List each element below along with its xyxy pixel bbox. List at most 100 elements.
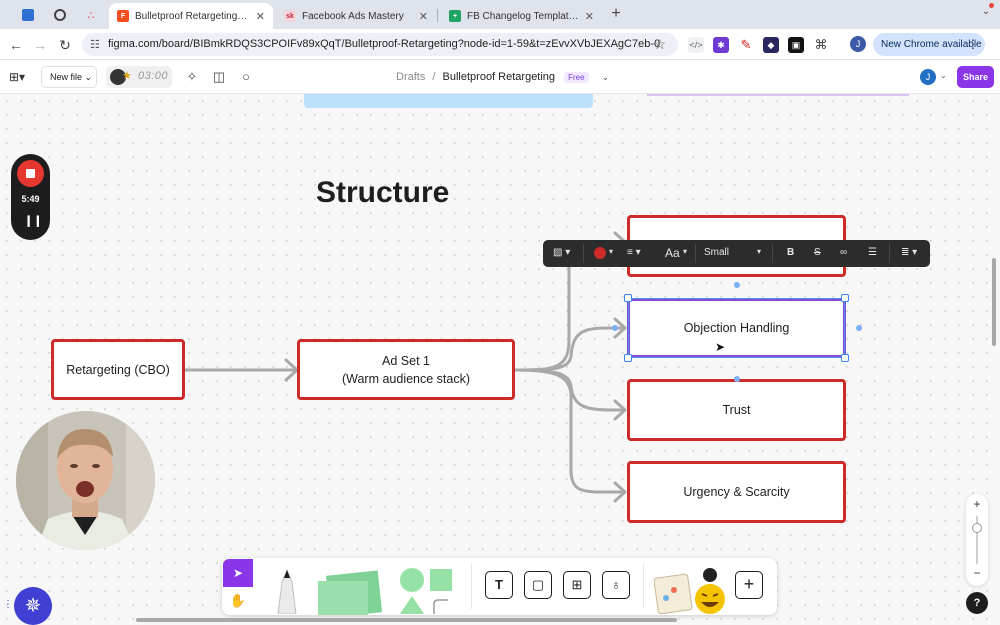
url-text[interactable]: figma.com/board/BIBmkRDQS3CPOIFv89xQqT/B… xyxy=(108,38,660,50)
figma-ai-gear-icon[interactable]: ✵ xyxy=(14,587,52,625)
tab-title: Bulletproof Retargeting – Fig... xyxy=(135,10,250,22)
user-avatar[interactable]: J xyxy=(920,69,936,85)
ad-box-objection[interactable]: Objection Handling xyxy=(627,298,846,358)
resize-handle-bl[interactable] xyxy=(624,354,632,362)
site-settings-icon[interactable]: ☷ xyxy=(90,38,100,51)
link-icon[interactable]: ∞ xyxy=(840,247,847,258)
bold-icon[interactable]: B xyxy=(787,247,794,258)
horizontal-scrollbar[interactable] xyxy=(136,618,677,622)
extensions-puzzle-icon[interactable]: ⌘ xyxy=(813,37,829,53)
reload-icon[interactable]: ↻ xyxy=(56,36,74,54)
stroke-weight-icon[interactable]: ≡ ▾ xyxy=(627,247,641,258)
connector-anchor-right[interactable] xyxy=(856,325,862,331)
tab-bulletproof-retargeting[interactable]: F Bulletproof Retargeting – Fig... ✕ xyxy=(109,3,273,29)
font-size-select[interactable]: Small xyxy=(704,247,729,258)
connector-anchor-bottom[interactable] xyxy=(734,376,740,382)
resize-handle-tl[interactable] xyxy=(624,294,632,302)
ad-box-trust[interactable]: Trust xyxy=(627,379,846,441)
text-align-icon[interactable]: ≣ ▾ xyxy=(901,247,917,258)
breadcrumb-drafts[interactable]: Drafts xyxy=(396,71,425,83)
connector-anchor-top[interactable] xyxy=(734,282,740,288)
toolbar-divider xyxy=(471,564,472,609)
file-name[interactable]: Bulletproof Retargeting xyxy=(443,71,556,83)
table-tool-icon[interactable]: ⊞ xyxy=(563,571,591,599)
text-tool-icon[interactable]: T xyxy=(485,571,513,599)
close-tab-icon[interactable]: ✕ xyxy=(256,10,265,23)
strikethrough-icon[interactable]: S xyxy=(814,247,821,258)
comment-icon[interactable]: ○ xyxy=(238,69,254,85)
zoom-control: + − xyxy=(966,494,988,586)
hand-tool-icon[interactable]: ✋ xyxy=(223,588,253,614)
share-button[interactable]: Share xyxy=(957,66,994,88)
chevron-down-icon[interactable]: ⌄ xyxy=(940,71,947,80)
section-tool-icon[interactable]: ▢ xyxy=(524,571,552,599)
adset-subtitle: (Warm audience stack) xyxy=(341,371,471,386)
close-tab-icon[interactable]: ✕ xyxy=(585,10,594,23)
extension-shield-icon[interactable]: ◆ xyxy=(763,37,779,53)
connector-anchor-left[interactable] xyxy=(612,325,618,331)
stroke-color-swatch[interactable] xyxy=(594,247,606,259)
move-tool-cursor-icon[interactable]: ➤ xyxy=(223,559,253,587)
zoom-in-icon[interactable]: + xyxy=(966,497,988,511)
bullet-list-icon[interactable]: ☰ xyxy=(868,247,877,258)
marker-pen-icon[interactable] xyxy=(272,568,302,614)
pinned-tab-calendar[interactable] xyxy=(14,4,42,26)
pen-extension-icon[interactable]: ✎ xyxy=(738,37,754,53)
tab-fb-changelog[interactable]: + FB Changelog Template - Goo... ✕ xyxy=(441,3,602,29)
back-arrow-icon[interactable]: ← xyxy=(7,36,25,54)
bookmark-star-icon[interactable]: ☆ xyxy=(653,36,666,53)
tab-divider xyxy=(437,9,438,22)
adset-box[interactable]: Ad Set 1 (Warm audience stack) xyxy=(297,339,515,400)
layout-panel-icon[interactable]: ◫ xyxy=(211,69,227,85)
widgets-stickers-icon[interactable] xyxy=(654,566,730,614)
tab-search-chevron-icon[interactable]: ⌄ xyxy=(978,6,994,22)
resize-handle-br[interactable] xyxy=(841,354,849,362)
extension-square-icon[interactable]: ▣ xyxy=(788,37,804,53)
notification-dot xyxy=(989,3,994,8)
more-tools-plus-icon[interactable]: + xyxy=(735,571,763,599)
campaign-box[interactable]: Retargeting (CBO) xyxy=(51,339,185,400)
chevron-down-icon[interactable]: ⌄ xyxy=(602,72,610,82)
new-file-label: New file xyxy=(50,72,83,82)
chevron-down-icon[interactable]: ▾ xyxy=(683,247,687,256)
figjam-canvas[interactable]: Structure Retargeting (CBO) Ad Set 1 (Wa… xyxy=(0,94,1000,625)
new-file-button[interactable]: New file ⌄ xyxy=(41,66,97,88)
ai-sparkle-icon[interactable]: ✧ xyxy=(184,69,200,85)
sticky-notes-icon[interactable] xyxy=(314,567,390,615)
ad-box-urgency[interactable]: Urgency & Scarcity xyxy=(627,461,846,523)
tab-title: FB Changelog Template - Goo... xyxy=(467,10,579,22)
resize-handle-tr[interactable] xyxy=(841,294,849,302)
stamp-tool-icon[interactable]: ♁ xyxy=(602,571,630,599)
toolbar-divider xyxy=(695,244,696,263)
vertical-scrollbar[interactable] xyxy=(992,258,996,346)
extension-badge-icon[interactable]: ✱ xyxy=(713,37,729,53)
stop-recording-button[interactable] xyxy=(17,160,44,187)
forward-arrow-icon[interactable]: → xyxy=(31,36,49,54)
new-chrome-available-button[interactable]: New Chrome available ⋮ xyxy=(873,33,985,56)
screen-recorder-panel: 5:49 ❙❙ xyxy=(11,154,50,240)
pinned-tab-chatgpt[interactable] xyxy=(46,4,74,26)
close-tab-icon[interactable]: ✕ xyxy=(419,10,428,23)
font-style-button[interactable]: Aa xyxy=(665,246,680,260)
more-vertical-icon[interactable]: ⋮ xyxy=(967,33,979,56)
shapes-icon[interactable] xyxy=(398,568,458,614)
extension-code-icon[interactable]: </> xyxy=(688,37,704,53)
zoom-out-icon[interactable]: − xyxy=(966,566,988,580)
new-tab-plus-icon[interactable]: + xyxy=(608,5,624,23)
calendar-icon xyxy=(22,9,34,21)
address-bar[interactable]: ☷ figma.com/board/BIBmkRDQS3CPOIFv89xQqT… xyxy=(82,33,678,56)
zoom-slider-knob[interactable] xyxy=(972,523,982,533)
shape-type-icon[interactable]: ▧ ▾ xyxy=(553,247,570,258)
profile-avatar[interactable]: J xyxy=(850,36,866,52)
pinned-tab-asana[interactable]: ∴ xyxy=(77,4,105,26)
chevron-down-icon[interactable]: ▾ xyxy=(609,247,613,256)
figma-main-menu-icon[interactable]: ⊞▾ xyxy=(9,70,25,84)
help-button[interactable]: ? xyxy=(966,592,988,614)
tab-facebook-ads-mastery[interactable]: sk Facebook Ads Mastery ✕ xyxy=(276,3,436,29)
shape-context-toolbar: ▧ ▾ ▾ ≡ ▾ Aa ▾ Small ▾ B S ∞ ☰ ≣ ▾ xyxy=(543,240,930,267)
campaign-label: Retargeting (CBO) xyxy=(66,362,170,377)
chevron-down-icon[interactable]: ▾ xyxy=(757,247,761,256)
openai-icon xyxy=(54,9,66,21)
timer-widget[interactable]: ★ 03:00 xyxy=(106,66,172,88)
pause-icon[interactable]: ❙❙ xyxy=(24,214,42,227)
